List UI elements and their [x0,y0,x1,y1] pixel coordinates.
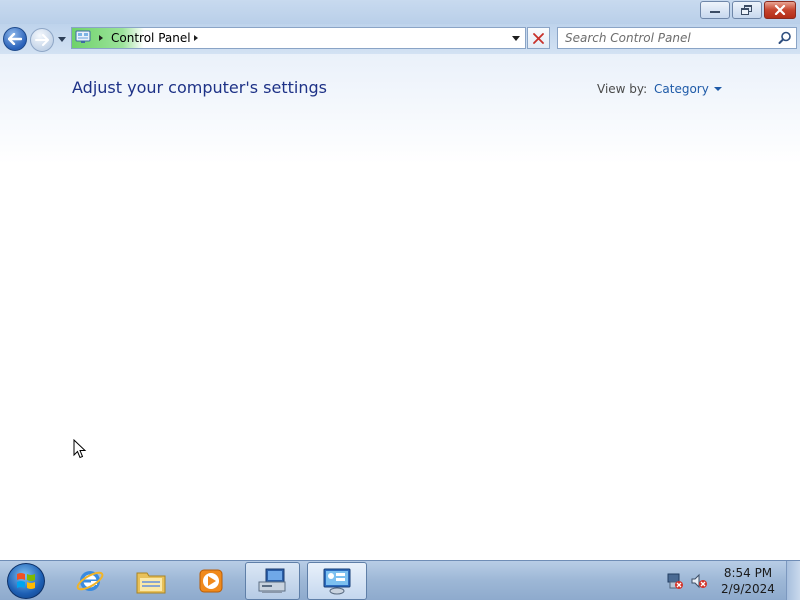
search-box[interactable] [557,27,797,49]
chevron-down-icon [58,36,66,42]
taskbar-internet-explorer[interactable] [62,562,118,600]
close-button[interactable] [764,1,796,19]
view-by-label: View by: [597,82,648,96]
control-panel-icon [75,30,91,43]
title-bar[interactable] [0,0,800,24]
mouse-pointer-icon [73,439,87,459]
content-area: Adjust your computer's settings View by:… [0,54,800,560]
minimize-button[interactable] [700,1,730,19]
control-panel-window: Control Panel Adjust your computer's set… [0,0,800,560]
stop-button[interactable] [527,27,550,49]
control-panel-icon [323,568,351,595]
start-button[interactable] [7,563,45,599]
media-player-icon [199,569,223,593]
chevron-down-icon[interactable] [713,87,722,91]
network-disconnected-icon[interactable] [666,572,684,590]
recent-pages-button[interactable] [57,33,67,45]
forward-button[interactable] [30,28,54,52]
internet-explorer-icon [76,571,104,591]
clock-date: 2/9/2024 [721,582,775,596]
clock-time: 8:54 PM [723,566,773,580]
windows-start-orb-icon [17,573,35,589]
system-tray [666,561,708,600]
view-by-value[interactable]: Category [654,82,709,96]
breadcrumb-separator-icon[interactable] [99,35,103,41]
taskbar-control-panel[interactable] [307,562,367,600]
taskbar-media-player[interactable] [184,562,238,600]
network-computer-icon [258,568,285,593]
restore-icon [741,5,752,15]
restore-button[interactable] [732,1,762,19]
address-dropdown-button[interactable] [511,32,521,44]
search-input[interactable] [558,28,772,48]
taskbar-clock[interactable]: 8:54 PM 2/9/2024 [712,565,784,597]
back-arrow-icon [8,33,22,45]
close-icon [774,5,786,15]
minimize-icon [710,11,720,13]
taskbar: 8:54 PM 2/9/2024 [0,560,800,600]
show-desktop-button[interactable] [786,561,800,600]
view-by-dropdown[interactable]: Category [654,82,722,96]
volume-muted-icon[interactable] [690,572,708,590]
taskbar-network-computer[interactable] [245,562,300,600]
search-icon[interactable] [778,31,792,45]
page-title: Adjust your computer's settings [72,78,327,97]
breadcrumb-control-panel[interactable]: Control Panel [111,31,191,45]
stop-x-icon [533,32,544,44]
caption-buttons [700,1,796,19]
taskbar-windows-explorer[interactable] [122,562,180,600]
folder-icon [136,572,166,594]
chevron-down-icon [512,35,520,41]
address-bar[interactable]: Control Panel [71,27,526,49]
forward-arrow-icon [35,34,49,46]
back-button[interactable] [3,27,27,51]
navigation-bar: Control Panel [0,24,800,54]
breadcrumb-separator-icon[interactable] [194,35,198,41]
